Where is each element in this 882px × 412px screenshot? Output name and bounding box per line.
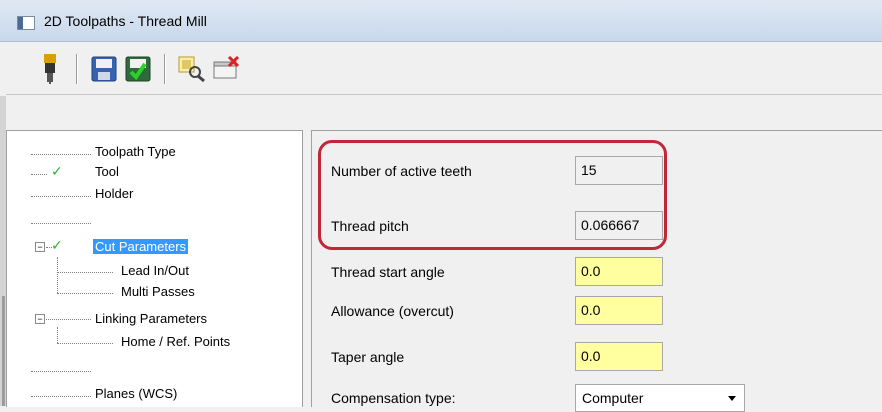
taper-angle-label: Taper angle [331,349,405,365]
compensation-value: Computer [582,390,644,406]
check-icon: ✓ [51,237,63,253]
tree-item-label: Cut Parameters [93,239,189,254]
tree-connector [57,257,58,293]
collapse-icon[interactable]: − [35,242,45,252]
tree-connector [31,371,91,372]
tree-item-planes-wcs[interactable]: Planes (WCS) [95,385,177,403]
view-button[interactable] [178,54,206,84]
tree-item-label: Lead In/Out [121,263,189,278]
tree-item-holder[interactable]: Holder [95,185,133,203]
tree-item-lead-in-out[interactable]: Lead In/Out [121,262,189,280]
tree-connector [57,327,58,343]
tree-connector [31,174,47,175]
tree-connector [31,154,91,155]
toolbar-separator [76,54,78,84]
start-angle-input[interactable]: 0.0 [575,257,663,286]
save-ok-button[interactable] [124,54,152,84]
tree-item-toolpath-type[interactable]: Toolpath Type [95,143,176,161]
view-icon [178,56,205,82]
allowance-label: Allowance (overcut) [331,303,454,319]
collapse-icon[interactable]: − [35,314,45,324]
tree-item-multi-passes[interactable]: Multi Passes [121,283,195,301]
tree-item-label: Linking Parameters [95,311,207,326]
title-bar: 2D Toolpaths - Thread Mill [0,0,882,42]
tree-item-linking-parameters[interactable]: Linking Parameters [95,310,207,328]
start-angle-label: Thread start angle [331,264,445,280]
tree-connector [46,319,91,320]
tree-item-tool[interactable]: Tool [95,163,119,181]
tool-icon [44,54,56,84]
tree-panel: Toolpath Type ✓ Tool Holder − ✓ Cut Para… [6,130,303,407]
tree-item-home-ref-points[interactable]: Home / Ref. Points [121,333,230,351]
toolbar-separator [164,54,166,84]
chevron-down-icon [728,396,736,401]
tree-connector [31,196,91,197]
tree-connector [57,293,113,294]
save-button[interactable] [90,54,118,84]
delete-icon [213,56,240,79]
window-title: 2D Toolpaths - Thread Mill [44,13,207,29]
toolbar [6,44,882,95]
tree-item-label: Multi Passes [121,284,195,299]
tree-item-label: Holder [95,186,134,201]
save-ok-icon [125,56,151,82]
tree-item-cut-parameters[interactable]: Cut Parameters [93,238,189,256]
compensation-label: Compensation type: [331,390,456,406]
tree-connector [57,272,113,273]
compensation-select[interactable]: Computer [575,384,745,412]
tree-item-label: Planes (WCS) [95,386,178,401]
taper-angle-input[interactable]: 0.0 [575,342,663,371]
tree-connector [57,343,113,344]
highlight-box [318,140,667,250]
window-icon [17,16,35,30]
tool-button[interactable] [36,54,64,84]
tree-item-label: Tool [95,164,119,179]
tree-item-label: Home / Ref. Points [121,334,231,349]
tree-item-label: Toolpath Type [95,144,176,159]
tree-connector [31,396,91,397]
check-icon: ✓ [51,163,63,179]
allowance-input[interactable]: 0.0 [575,296,663,325]
save-icon [91,56,117,82]
tree-connector [31,223,91,224]
delete-button[interactable] [212,54,240,84]
